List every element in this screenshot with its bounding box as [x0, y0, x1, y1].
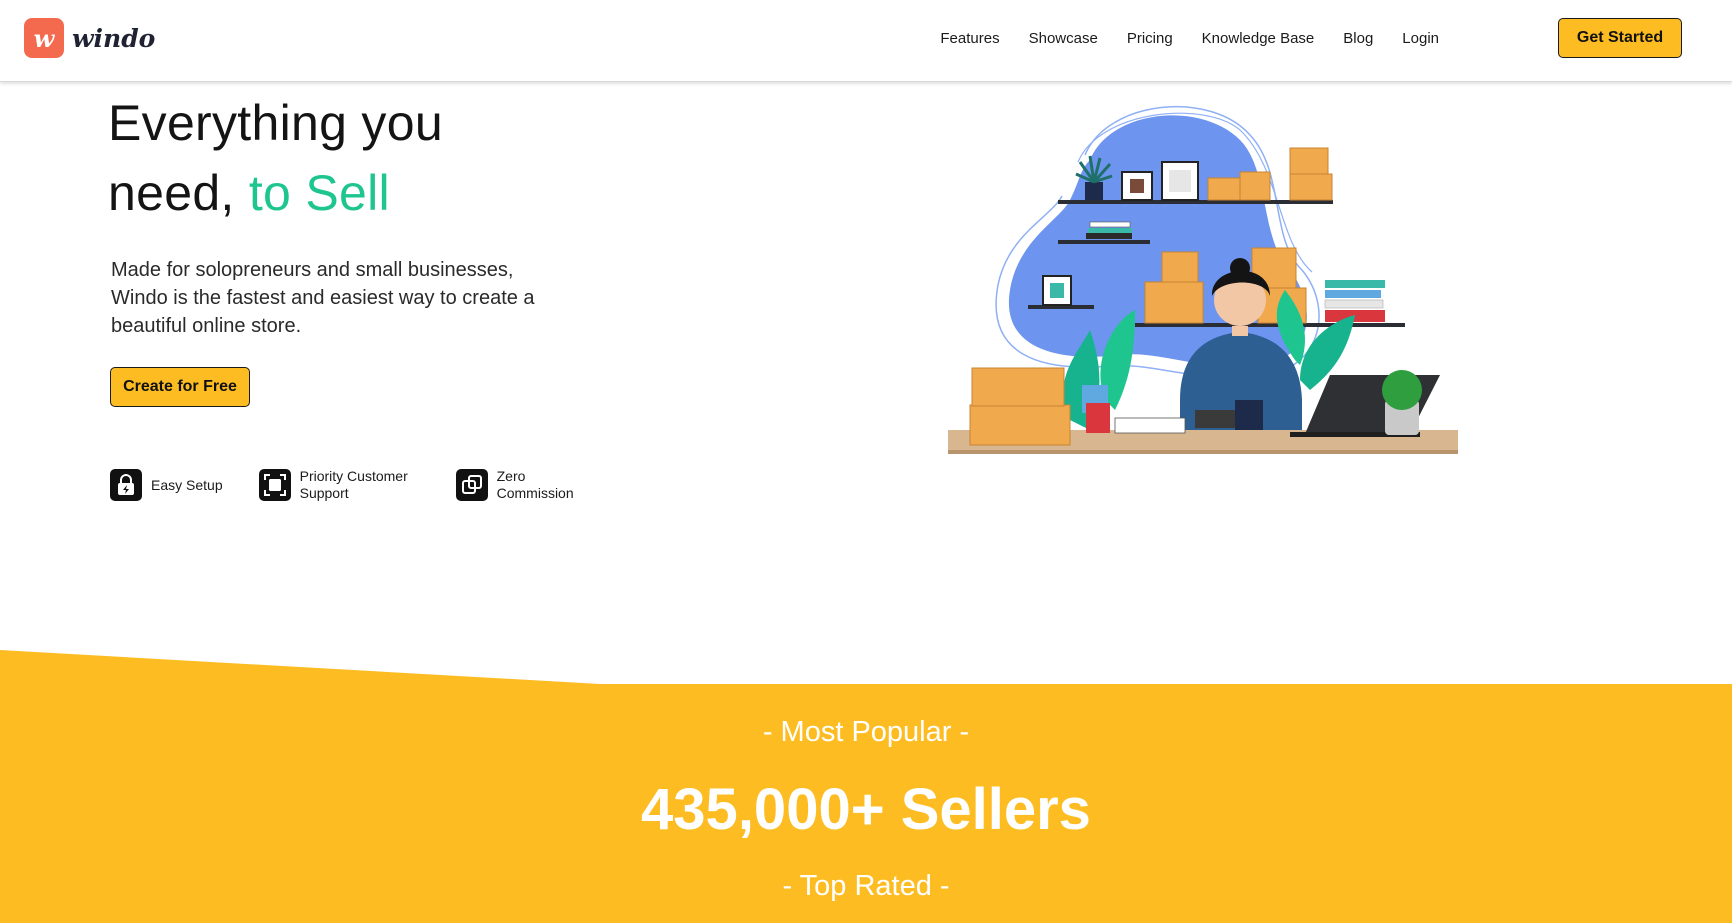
- main-nav: Features Showcase Pricing Knowledge Base…: [940, 0, 1732, 76]
- nav-features[interactable]: Features: [940, 30, 999, 47]
- brand-name: windo: [72, 23, 156, 53]
- site-header: w windo Features Showcase Pricing Knowle…: [0, 0, 1732, 82]
- sellers-count: 435,000+ Sellers: [641, 777, 1091, 842]
- nav-blog[interactable]: Blog: [1343, 30, 1373, 47]
- feature-label: Priority Customer Support: [299, 468, 408, 501]
- top-rated-label: - Top Rated -: [782, 870, 950, 902]
- nav-pricing[interactable]: Pricing: [1127, 30, 1173, 47]
- feature-easy-setup: Easy Setup: [110, 468, 223, 502]
- brand-logo[interactable]: w windo: [24, 18, 155, 58]
- overlap-squares-icon: [455, 469, 488, 501]
- feature-label: Easy Setup: [151, 476, 223, 493]
- hero-title-line1: Everything you: [108, 95, 443, 151]
- nav-knowledge-base[interactable]: Knowledge Base: [1202, 30, 1315, 47]
- feature-priority-support: Priority Customer Support: [258, 468, 420, 502]
- feature-list: Easy Setup Priority Customer Support Zer…: [110, 468, 623, 502]
- support-frame-icon: [258, 469, 291, 501]
- feature-zero-commission: Zero Commission: [455, 468, 587, 502]
- lock-bolt-icon: [110, 469, 142, 501]
- most-popular-label: - Most Popular -: [762, 716, 970, 748]
- feature-label: Zero Commission: [496, 468, 574, 501]
- nav-showcase[interactable]: Showcase: [1029, 30, 1098, 47]
- hero-title-line2: need,: [108, 165, 249, 221]
- hero-title: Everything you need, to Sell: [108, 88, 443, 228]
- create-for-free-button[interactable]: Create for Free: [110, 367, 250, 407]
- hero-illustration: [940, 100, 1460, 500]
- logo-mark-icon: w: [24, 18, 64, 58]
- nav-login[interactable]: Login: [1402, 30, 1439, 47]
- hero-subtitle: Made for solopreneurs and small business…: [111, 259, 535, 337]
- hero-title-accent: to Sell: [248, 165, 390, 221]
- get-started-button[interactable]: Get Started: [1558, 18, 1682, 58]
